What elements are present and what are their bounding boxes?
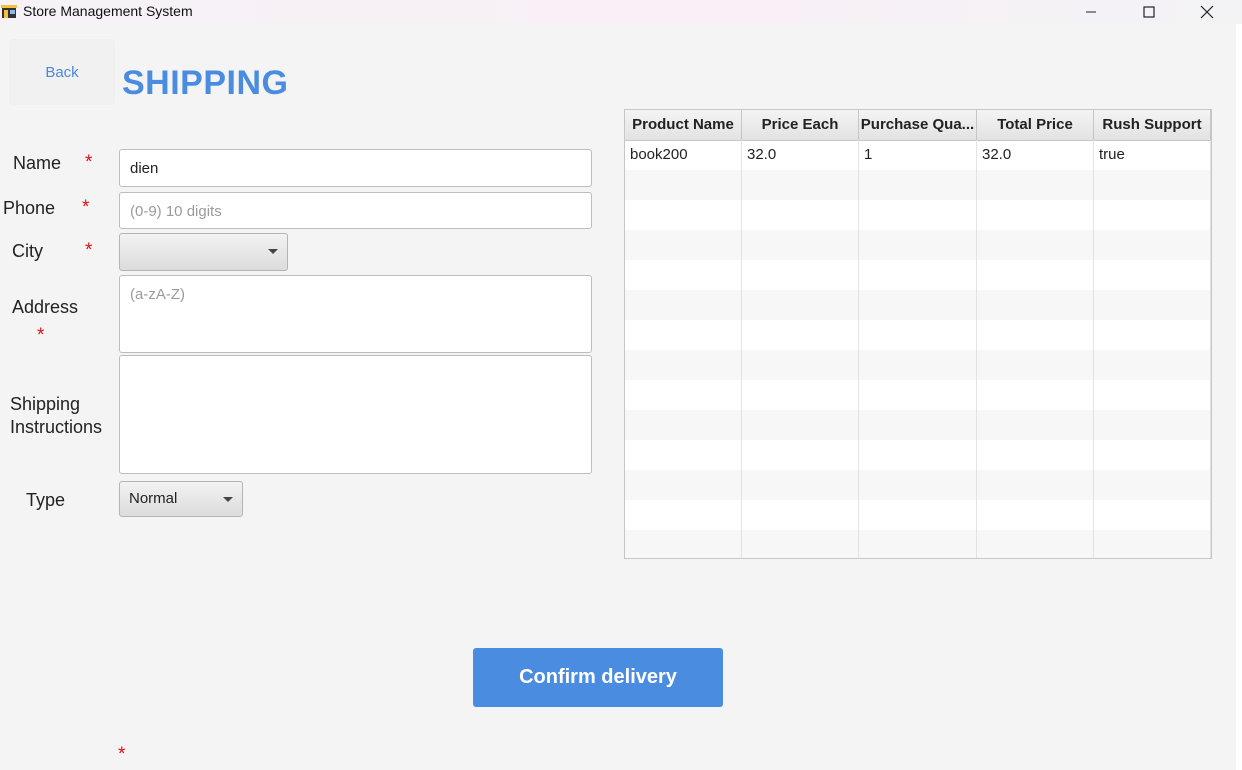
table-cell-rush-support: true xyxy=(1094,140,1211,170)
table-row-empty xyxy=(625,290,1211,320)
table-row-empty xyxy=(625,410,1211,440)
column-header-rush-support[interactable]: Rush Support xyxy=(1094,110,1211,140)
column-header-product-name[interactable]: Product Name xyxy=(625,110,742,140)
table-row-empty xyxy=(625,500,1211,530)
shipping-instructions-label-line2: Instructions xyxy=(10,417,103,437)
name-required-marker: * xyxy=(85,152,93,173)
window-edge xyxy=(1236,24,1242,770)
table-cell-price-each: 32.0 xyxy=(742,140,859,170)
title-bar: Store Management System xyxy=(0,0,1242,24)
address-label: Address xyxy=(12,297,79,317)
window-title: Store Management System xyxy=(23,3,193,19)
name-input-value: dien xyxy=(130,160,159,177)
table-row-empty xyxy=(625,380,1211,410)
table-row-empty xyxy=(625,440,1211,470)
shipping-instructions-textarea[interactable] xyxy=(119,355,592,474)
minimize-button[interactable] xyxy=(1068,0,1114,24)
table-row-empty xyxy=(625,200,1211,230)
table-row-empty xyxy=(625,530,1211,558)
table-cell-total-price: 32.0 xyxy=(977,140,1094,170)
close-button[interactable] xyxy=(1184,0,1230,24)
table-row[interactable]: book200 32.0 1 32.0 true xyxy=(625,140,1211,170)
phone-input[interactable]: (0-9) 10 digits xyxy=(119,192,592,229)
type-select[interactable]: Normal xyxy=(119,481,243,517)
maximize-icon xyxy=(1143,6,1155,18)
phone-input-placeholder: (0-9) 10 digits xyxy=(130,203,222,220)
name-label: Name xyxy=(13,153,62,173)
products-table[interactable]: Product Name Price Each Purchase Qua... … xyxy=(624,109,1212,559)
city-select[interactable] xyxy=(119,233,288,271)
address-required-marker: * xyxy=(37,325,45,346)
close-icon xyxy=(1200,5,1214,19)
city-label: City xyxy=(12,241,43,261)
table-cell-product-name: book200 xyxy=(625,140,742,170)
type-select-value: Normal xyxy=(129,490,178,507)
address-textarea[interactable]: (a-zA-Z) xyxy=(119,275,592,353)
table-cell-purchase-quantity: 1 xyxy=(859,140,977,170)
confirm-delivery-button[interactable]: Confirm delivery xyxy=(473,648,723,707)
phone-label: Phone xyxy=(3,198,56,218)
phone-required-marker: * xyxy=(82,197,90,218)
type-label: Type xyxy=(26,490,66,510)
table-row-empty xyxy=(625,320,1211,350)
table-row-empty xyxy=(625,260,1211,290)
column-header-purchase-quantity[interactable]: Purchase Qua... xyxy=(859,110,977,140)
minimize-icon xyxy=(1086,11,1096,13)
city-required-marker: * xyxy=(85,240,93,261)
column-header-total-price[interactable]: Total Price xyxy=(977,110,1094,140)
required-note-marker: * xyxy=(118,744,126,765)
column-header-price-each[interactable]: Price Each xyxy=(742,110,859,140)
table-header: Product Name Price Each Purchase Qua... … xyxy=(625,110,1211,141)
address-placeholder: (a-zA-Z) xyxy=(130,286,185,303)
table-row-empty xyxy=(625,350,1211,380)
back-button[interactable]: Back xyxy=(10,40,114,104)
chevron-down-icon xyxy=(268,249,278,254)
name-input[interactable]: dien xyxy=(119,149,592,187)
shipping-instructions-label-line1: Shipping xyxy=(10,394,81,414)
page-title: SHIPPING xyxy=(122,64,289,102)
table-row-empty xyxy=(625,170,1211,200)
table-row-empty xyxy=(625,230,1211,260)
store-app-icon xyxy=(1,5,17,18)
chevron-down-icon xyxy=(223,497,233,502)
table-row-empty xyxy=(625,470,1211,500)
maximize-button[interactable] xyxy=(1126,0,1172,24)
